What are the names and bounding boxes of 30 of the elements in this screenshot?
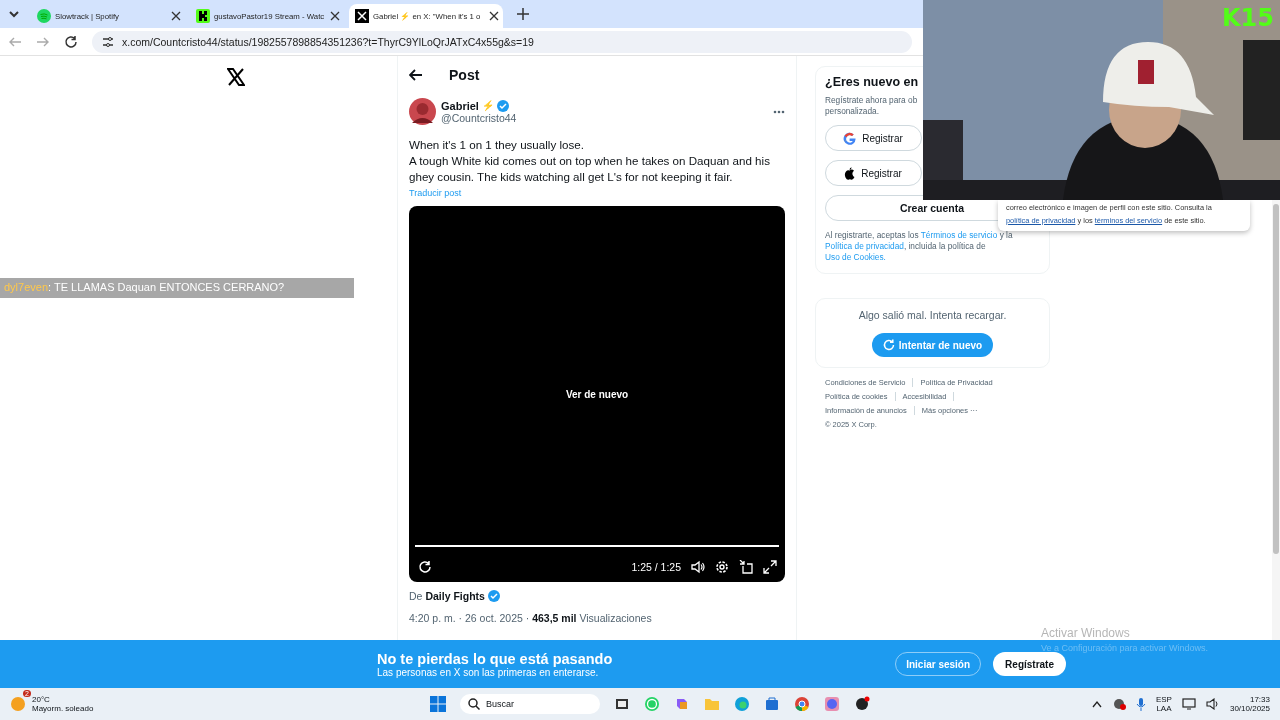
video-time: 1:25 / 1:25 [631, 561, 681, 573]
post-text: When it's 1 on 1 they usually lose. [409, 137, 585, 153]
card-title: ¿Eres nuevo en [825, 75, 920, 89]
terms-text: Al registrarte, aceptas los Términos de servicio y la Política de privacidad, incluida la política de Uso de Cookies. [825, 230, 1014, 263]
emoji-text: ⚡ [481, 100, 494, 111]
register-button[interactable]: Regístrate [993, 652, 1066, 676]
channel-logo: K15 [1222, 4, 1274, 32]
source-label: De [409, 590, 423, 602]
page-title: Post [449, 67, 480, 83]
post-meta: 4:20 p. m. · 26 oct. 2025 · 463,5 mil Visualizaciones [409, 612, 653, 624]
card-subtitle: personalizada. [825, 106, 880, 117]
author-handle[interactable]: @Countcristo44 [441, 111, 768, 124]
card-subtitle: Regístrate ahora para ob [825, 95, 919, 106]
banner-title: No te pierdas lo que está pasando [377, 650, 614, 667]
search-field[interactable]: Buscar [460, 694, 600, 714]
weather-text: Mayorm. soleado [32, 704, 94, 713]
signup-button[interactable]: Registrar [825, 160, 922, 186]
banner-subtitle: Las personas en X son las primeras en enterarse. [377, 666, 599, 678]
error-message: Algo salió mal. Intenta recargar. [858, 309, 1007, 321]
chat-message: dyl7even: TE LLAMAS Daquan ENTONCES CERRANO? [0, 278, 354, 298]
address-bar[interactable]: x.com/Countcristo44/status/1982557898854351236?t=ThyrC9YlLoQrJATxC4x55g&s=19 [92, 30, 912, 53]
temperature: 20°C [32, 695, 51, 704]
video-player[interactable]: Ver de nuevo 1:25 / 1:25 [409, 206, 785, 582]
activation-title: Activar Windows [1041, 626, 1131, 640]
language-indicator[interactable]: ESP LAA [1155, 695, 1172, 713]
author-name[interactable]: Gabriel [441, 99, 479, 112]
signup-button[interactable]: Registrar [825, 125, 922, 151]
post-text: A tough White kid comes out on top when he takes on Daquan and his ghey cousin. The kids watching all get L's for not keeping it fair. [409, 153, 771, 185]
clock[interactable]: 17:33 30/10/2025 [1229, 695, 1270, 713]
source-name[interactable]: Daily Fights [425, 590, 485, 602]
